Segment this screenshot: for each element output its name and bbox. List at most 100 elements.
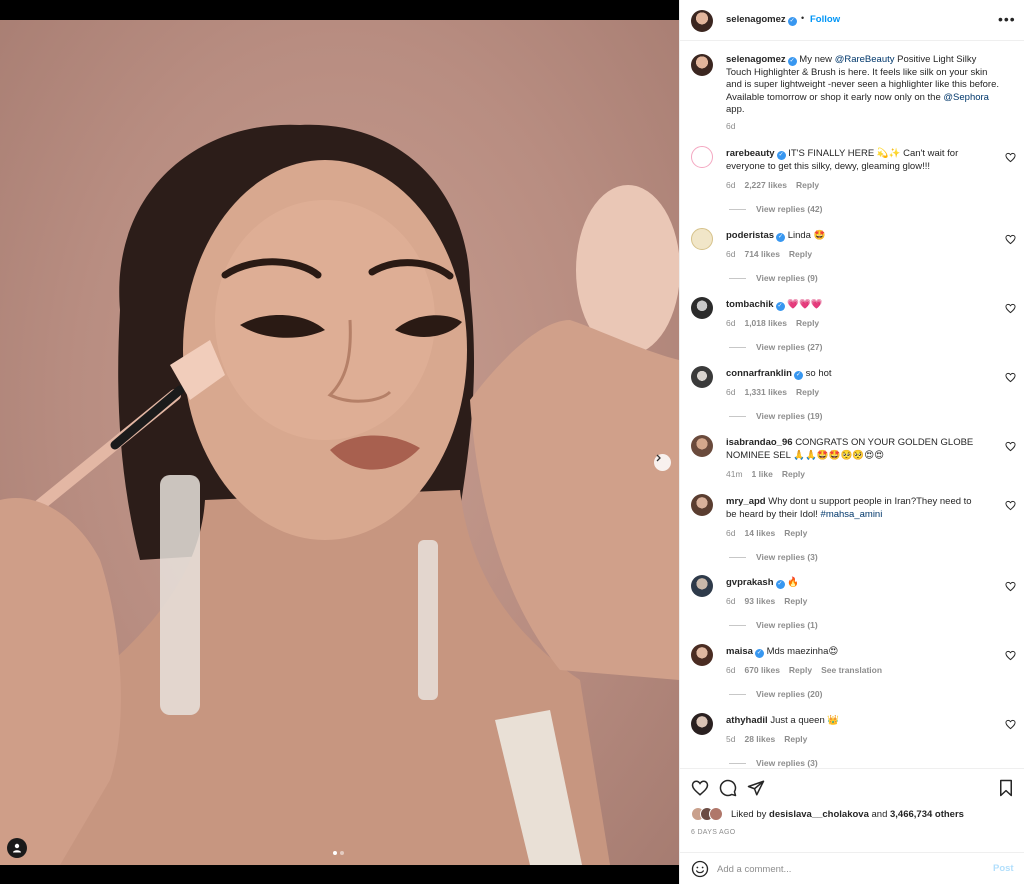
author-avatar[interactable]: [691, 10, 713, 32]
comment-age[interactable]: 6d: [726, 665, 735, 675]
comment-username[interactable]: maisa: [726, 646, 753, 657]
caption-avatar[interactable]: [691, 54, 713, 76]
view-replies-button[interactable]: View replies (3): [729, 552, 818, 562]
comment-age[interactable]: 6d: [726, 596, 735, 606]
comment-age[interactable]: 6d: [726, 318, 735, 328]
comment-meta: 6d 670 likes Reply See translation: [726, 665, 891, 675]
comment-body: so hot: [805, 368, 832, 379]
comment-meta: 6d 1,331 likes Reply: [726, 387, 828, 397]
commenter-avatar[interactable]: [691, 575, 713, 597]
heart-icon[interactable]: [1005, 650, 1016, 661]
reply-button[interactable]: Reply: [789, 665, 812, 675]
next-media-button[interactable]: [654, 454, 671, 471]
caption-username[interactable]: selenagomez: [726, 54, 786, 65]
view-replies-button[interactable]: View replies (27): [729, 342, 822, 352]
reply-button[interactable]: Reply: [796, 387, 819, 397]
reply-button[interactable]: Reply: [782, 469, 805, 479]
commenter-avatar[interactable]: [691, 146, 713, 168]
post-photo[interactable]: [0, 20, 679, 865]
comment-username[interactable]: gvprakash: [726, 577, 774, 588]
emoji-icon[interactable]: [691, 860, 709, 878]
comment-input[interactable]: [717, 860, 977, 878]
heart-icon[interactable]: [1005, 500, 1016, 511]
comment-likes[interactable]: 1,331 likes: [744, 387, 787, 397]
reply-button[interactable]: Reply: [784, 528, 807, 538]
comment-username[interactable]: tombachik: [726, 299, 774, 310]
comment-likes[interactable]: 93 likes: [744, 596, 775, 606]
commenter-avatar[interactable]: [691, 228, 713, 250]
comment-meta: 5d 28 likes Reply: [726, 734, 816, 744]
hashtag-link[interactable]: #mahsa_amini: [821, 509, 883, 520]
reply-button[interactable]: Reply: [796, 318, 819, 328]
view-replies-button[interactable]: View replies (9): [729, 273, 818, 283]
post-timestamp[interactable]: 6 DAYS AGO: [691, 829, 736, 836]
liked-by-avatars[interactable]: [691, 807, 731, 821]
comment-likes[interactable]: 714 likes: [744, 249, 779, 259]
commenter-avatar[interactable]: [691, 494, 713, 516]
bookmark-icon[interactable]: [997, 779, 1015, 797]
comment-likes[interactable]: 14 likes: [744, 528, 775, 538]
mention-link[interactable]: @RareBeauty: [835, 54, 895, 65]
comment-age[interactable]: 41m: [726, 469, 743, 479]
comment-likes[interactable]: 2,227 likes: [744, 180, 787, 190]
share-icon[interactable]: [747, 779, 765, 797]
post-comment-button[interactable]: Post: [993, 863, 1014, 874]
comment-likes[interactable]: 1 like: [752, 469, 773, 479]
tagged-users-button[interactable]: [7, 838, 27, 858]
mention-link[interactable]: @Sephora: [943, 92, 989, 103]
comment-age[interactable]: 6d: [726, 249, 735, 259]
comment-age[interactable]: 6d: [726, 528, 735, 538]
more-options-icon[interactable]: •••: [998, 11, 1016, 27]
reply-button[interactable]: Reply: [789, 249, 812, 259]
post-actions: Liked by desislava__cholakova and 3,466,…: [680, 768, 1024, 852]
view-replies-button[interactable]: View replies (3): [729, 758, 818, 768]
view-replies-button[interactable]: View replies (42): [729, 204, 822, 214]
follow-button[interactable]: Follow: [810, 14, 840, 25]
heart-icon[interactable]: [1005, 719, 1016, 730]
heart-icon[interactable]: [1005, 234, 1016, 245]
comment-age[interactable]: 6d: [726, 387, 735, 397]
commenter-avatar[interactable]: [691, 366, 713, 388]
comment-likes[interactable]: 670 likes: [744, 665, 779, 675]
next-arrow-icon: [656, 454, 661, 462]
commenter-avatar[interactable]: [691, 713, 713, 735]
caption-timestamp[interactable]: 6d: [726, 121, 735, 131]
heart-icon[interactable]: [1005, 303, 1016, 314]
comment-icon[interactable]: [719, 779, 737, 797]
comment-likes[interactable]: 1,018 likes: [744, 318, 787, 328]
likes-count[interactable]: 3,466,734 others: [890, 809, 964, 820]
comments-list[interactable]: selenagomez ✓ My new @RareBeauty Positive…: [680, 42, 1024, 768]
reply-button[interactable]: Reply: [796, 180, 819, 190]
comment-username[interactable]: athyhadil: [726, 715, 768, 726]
comment-age[interactable]: 5d: [726, 734, 735, 744]
like-heart-icon[interactable]: [691, 779, 709, 797]
comment-username[interactable]: rarebeauty: [726, 148, 775, 159]
comment-username[interactable]: poderistas: [726, 230, 774, 241]
heart-icon[interactable]: [1005, 372, 1016, 383]
post-media: [0, 0, 679, 884]
reply-button[interactable]: Reply: [784, 596, 807, 606]
commenter-avatar[interactable]: [691, 297, 713, 319]
view-replies-button[interactable]: View replies (20): [729, 689, 822, 699]
comment-meta: 6d 14 likes Reply: [726, 528, 816, 538]
view-replies-button[interactable]: View replies (1): [729, 620, 818, 630]
commenter-avatar[interactable]: [691, 435, 713, 457]
reply-button[interactable]: Reply: [784, 734, 807, 744]
liked-by-user[interactable]: desislava__cholakova: [769, 809, 869, 820]
liked-by-and: and: [868, 809, 890, 820]
comment-body: Linda 🤩: [787, 230, 826, 241]
see-translation-button[interactable]: See translation: [821, 665, 882, 675]
comment-likes[interactable]: 28 likes: [744, 734, 775, 744]
comment-text: maisa ✓ Mds maezinha😍: [726, 646, 984, 659]
view-replies-button[interactable]: View replies (19): [729, 411, 822, 421]
author-username[interactable]: selenagomez ✓: [726, 14, 797, 26]
comment-username[interactable]: isabrandao_96: [726, 437, 793, 448]
commenter-avatar[interactable]: [691, 644, 713, 666]
comment-username[interactable]: mry_apd: [726, 496, 766, 507]
heart-icon[interactable]: [1005, 441, 1016, 452]
comment-age[interactable]: 6d: [726, 180, 735, 190]
heart-icon[interactable]: [1005, 581, 1016, 592]
comment-username[interactable]: connarfranklin: [726, 368, 792, 379]
heart-icon[interactable]: [1005, 152, 1016, 163]
verified-icon: ✓: [776, 233, 786, 242]
